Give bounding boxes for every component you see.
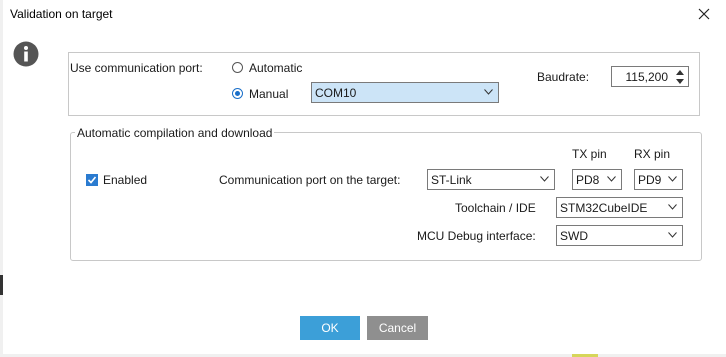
enabled-label[interactable]: Enabled xyxy=(103,173,147,187)
comm-port-value: ST-Link xyxy=(431,173,472,187)
window-left-edge xyxy=(0,0,3,357)
baudrate-spinner[interactable]: 115,200 xyxy=(611,66,689,87)
chevron-down-icon xyxy=(484,89,493,95)
comm-port-select[interactable]: ST-Link xyxy=(427,169,555,190)
comm-port-label: Communication port on the target: xyxy=(219,173,401,187)
port-select-value: COM10 xyxy=(315,86,357,100)
debug-interface-select[interactable]: SWD xyxy=(556,225,683,246)
tx-pin-header: TX pin xyxy=(572,147,607,161)
toolchain-label: Toolchain / IDE xyxy=(455,201,536,215)
radio-automatic-label[interactable]: Automatic xyxy=(249,61,302,75)
cancel-button[interactable]: Cancel xyxy=(367,316,428,340)
auto-compile-title: Automatic compilation and download xyxy=(75,126,275,140)
port-select[interactable]: COM10 xyxy=(311,82,499,103)
chevron-down-icon xyxy=(668,232,677,238)
chevron-down-icon xyxy=(668,176,677,182)
spin-down-icon[interactable] xyxy=(674,77,686,86)
rx-pin-header: RX pin xyxy=(634,147,671,161)
chevron-down-icon xyxy=(540,176,549,182)
baudrate-value: 115,200 xyxy=(625,70,669,84)
debug-interface-label: MCU Debug interface: xyxy=(417,229,536,243)
radio-manual-label[interactable]: Manual xyxy=(249,87,288,101)
radio-automatic[interactable] xyxy=(232,62,243,73)
info-icon xyxy=(13,41,39,67)
tx-pin-select[interactable]: PD8 xyxy=(572,169,622,190)
enabled-checkbox[interactable] xyxy=(86,174,98,186)
rx-pin-value: PD9 xyxy=(638,173,662,187)
chevron-down-icon xyxy=(607,176,616,182)
close-button[interactable] xyxy=(690,3,718,25)
toolchain-select[interactable]: STM32CubeIDE xyxy=(556,197,683,218)
chevron-down-icon xyxy=(668,204,677,210)
ok-button[interactable]: OK xyxy=(300,316,360,340)
radio-manual[interactable] xyxy=(232,88,243,99)
spin-up-icon[interactable] xyxy=(674,68,686,77)
window-title: Validation on target xyxy=(10,7,113,21)
checkmark-icon xyxy=(87,176,97,184)
baudrate-label: Baudrate: xyxy=(537,70,590,84)
toolchain-value: STM32CubeIDE xyxy=(560,201,648,215)
close-icon xyxy=(698,8,710,20)
rx-pin-select[interactable]: PD9 xyxy=(634,169,683,190)
debug-interface-value: SWD xyxy=(560,229,588,243)
background-window-edge xyxy=(0,275,3,295)
tx-pin-value: PD8 xyxy=(576,173,600,187)
port-label: Use communication port: xyxy=(70,61,203,75)
